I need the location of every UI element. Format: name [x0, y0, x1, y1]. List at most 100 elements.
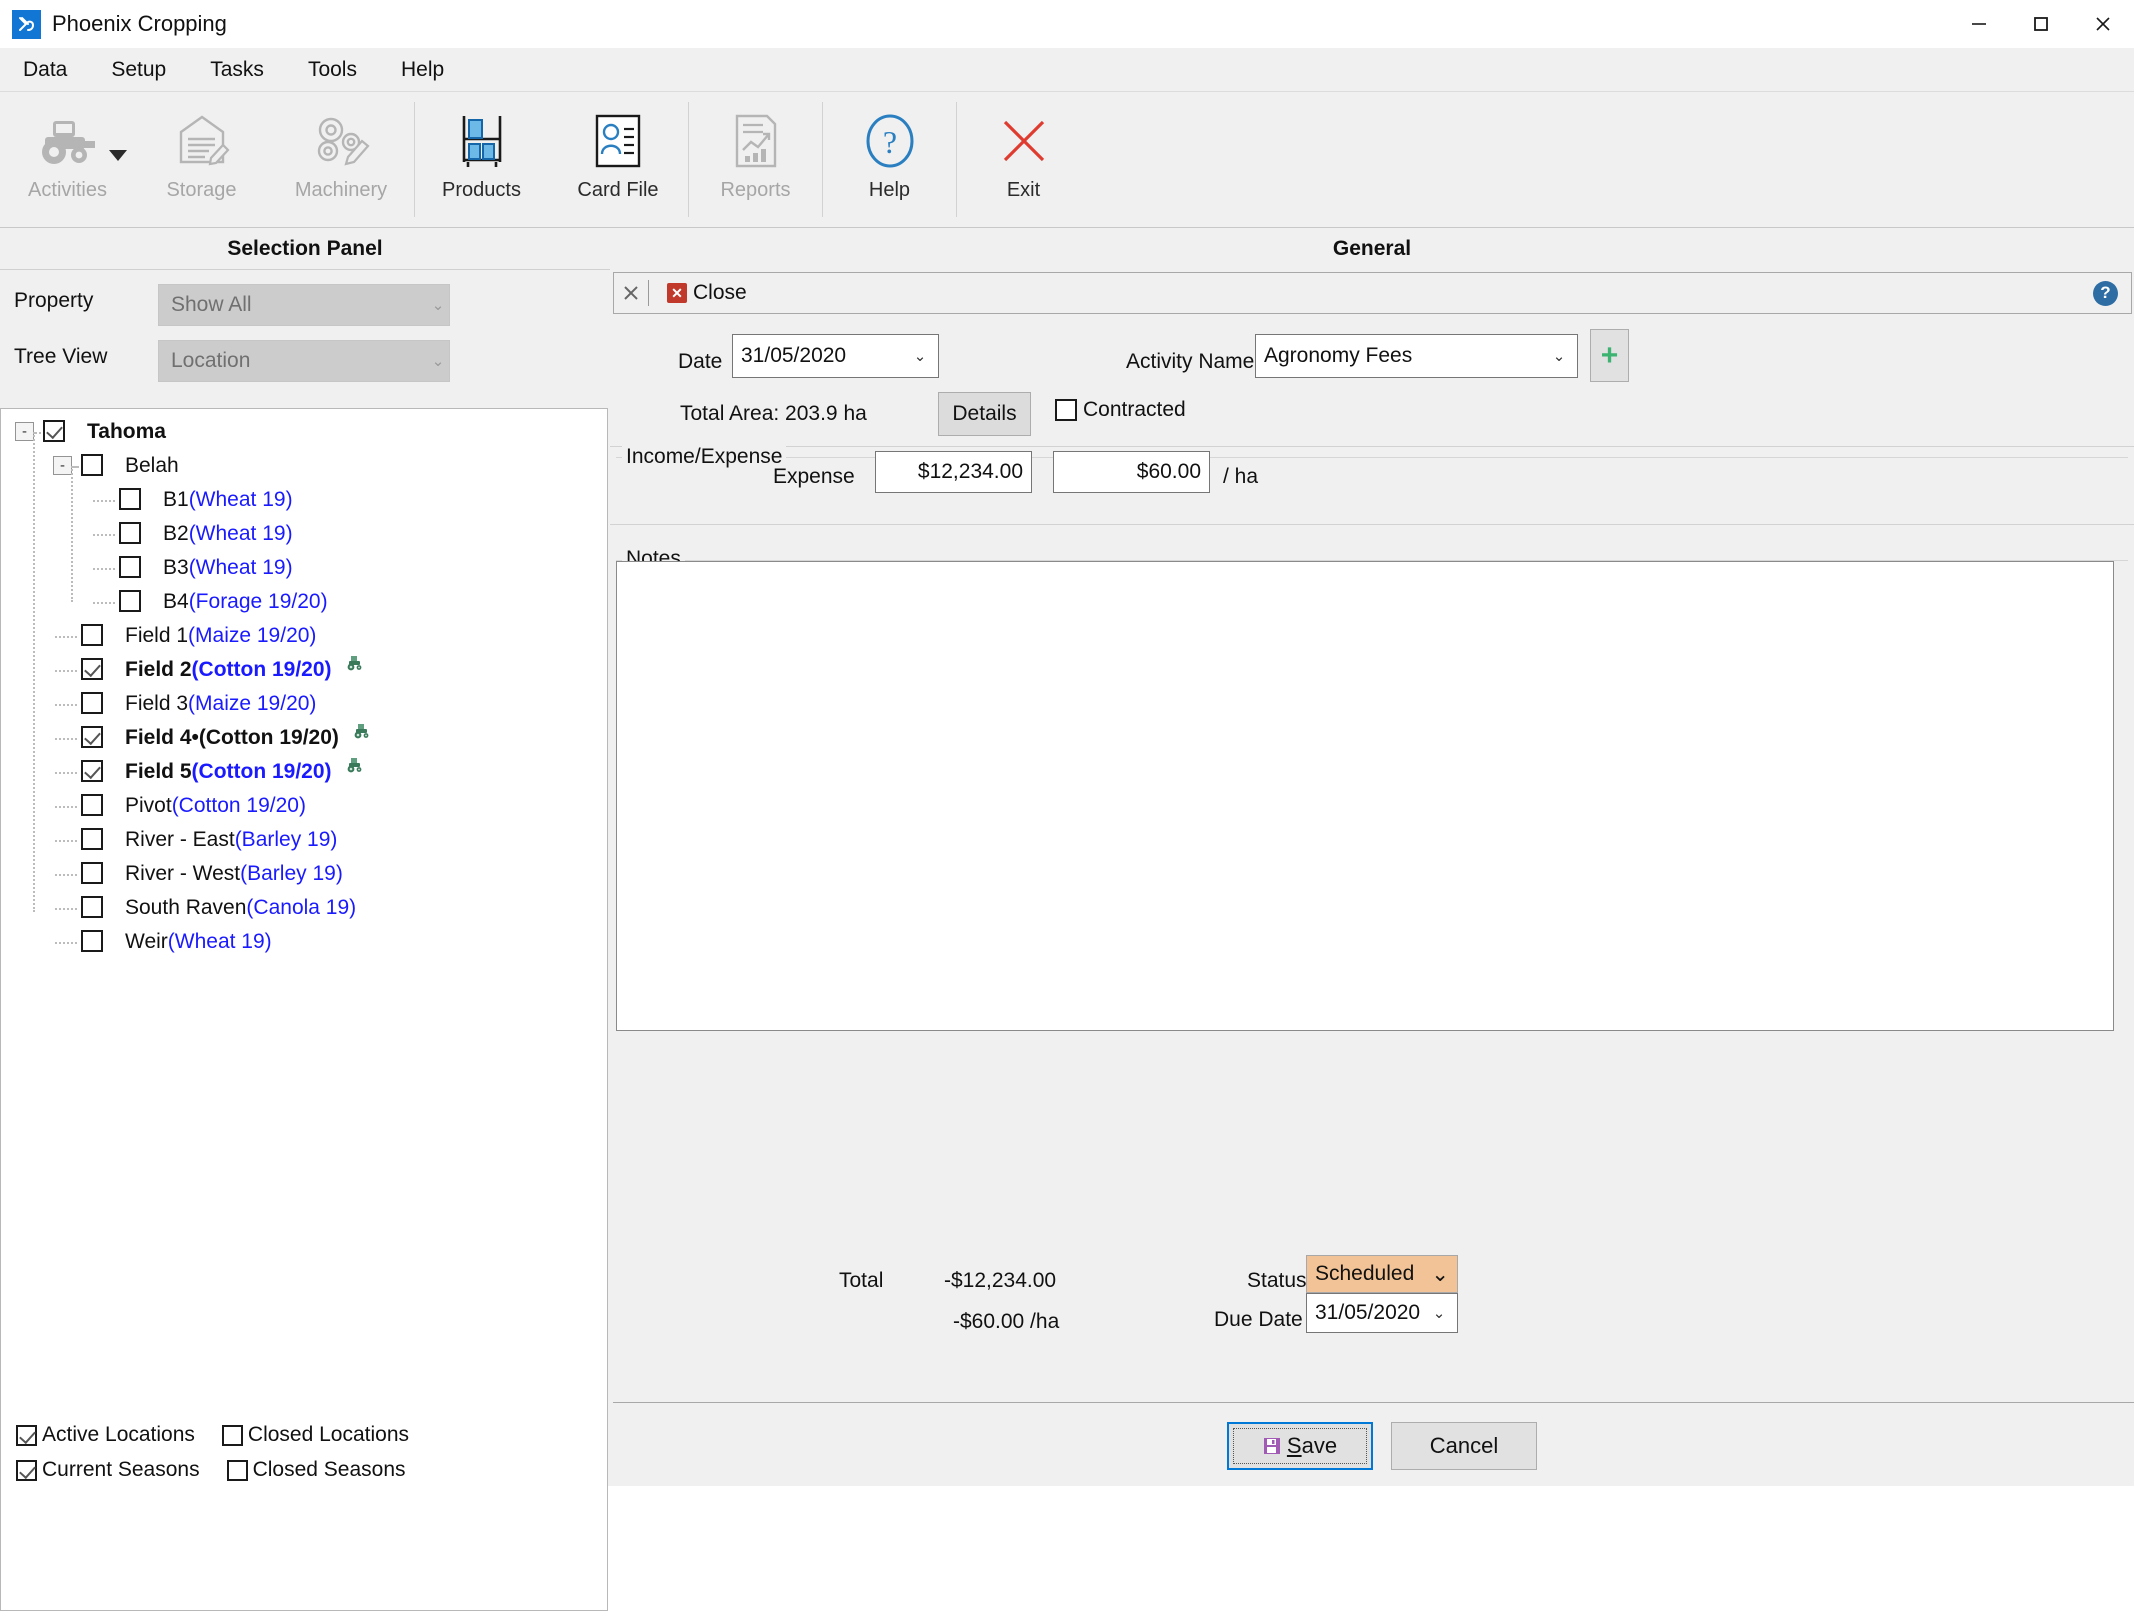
red-close-icon[interactable]: ✕ — [667, 283, 687, 303]
contracted-label: Contracted — [1083, 398, 1186, 421]
tree-item-field-1[interactable]: Field 1(Maize 19/20) — [1, 619, 607, 653]
tree-item-checkbox[interactable] — [81, 726, 103, 748]
toolbar-machinery-button[interactable]: Machinery — [268, 92, 414, 227]
tree-item-name: Field 5 — [125, 760, 192, 783]
tree-item-b1[interactable]: B1(Wheat 19) — [1, 483, 607, 517]
contracted-checkbox-group[interactable]: Contracted — [1055, 398, 1186, 422]
minimize-icon[interactable] — [1948, 0, 2010, 48]
tree-item-checkbox[interactable] — [119, 488, 141, 510]
toolbar-label: Card File — [577, 179, 659, 201]
due-date-input[interactable]: 31/05/2020 ⌄ — [1306, 1293, 1458, 1333]
per-ha-unit-label: / ha — [1223, 465, 1259, 488]
tree-item-crop: (Cotton 19/20) — [191, 760, 332, 783]
expense-total-value: $12,234.00 — [917, 460, 1023, 483]
property-dropdown[interactable]: Show All ⌄ — [158, 284, 450, 326]
tree-item-b3[interactable]: B3(Wheat 19) — [1, 551, 607, 585]
notes-textarea[interactable] — [616, 561, 2114, 1031]
tree-item-checkbox[interactable] — [81, 658, 103, 680]
tree-item-name: Field 1 — [125, 624, 189, 647]
save-button-mnemonic: S — [1286, 1433, 1302, 1458]
selection-footer-filters: Active Locations Closed Locations Curren… — [0, 1411, 610, 1486]
tractor-badge-icon — [346, 755, 364, 779]
tree-item-checkbox[interactable] — [81, 760, 103, 782]
toolbar-activities-button[interactable]: Activities — [0, 92, 135, 227]
tree-item-checkbox[interactable] — [81, 692, 103, 714]
menu-tasks[interactable]: Tasks — [207, 54, 267, 86]
tree-item-field-4[interactable]: Field 4•(Cotton 19/20) — [1, 721, 607, 755]
tree-item-b4[interactable]: B4(Forage 19/20) — [1, 585, 607, 619]
toolbar-products-button[interactable]: Products — [415, 92, 548, 227]
menu-data[interactable]: Data — [20, 54, 70, 86]
tree-item-checkbox[interactable] — [81, 828, 103, 850]
tree-item-weir[interactable]: Weir(Wheat 19) — [1, 925, 607, 959]
tree-item-belah[interactable]: - Belah — [1, 449, 607, 483]
filter-closed-seasons[interactable]: Closed Seasons — [226, 1458, 406, 1482]
toolbar-exit-button[interactable]: Exit — [957, 92, 1090, 227]
tree-item-field-3[interactable]: Field 3(Maize 19/20) — [1, 687, 607, 721]
tree-item-checkbox[interactable] — [43, 420, 65, 442]
checkbox[interactable] — [16, 1459, 37, 1481]
filter-current-seasons[interactable]: Current Seasons — [16, 1458, 200, 1482]
tree-item-crop: (Barley 19) — [240, 862, 343, 885]
toolbar-reports-button[interactable]: Reports — [689, 92, 822, 227]
tree-item-crop: (Maize 19/20) — [188, 692, 317, 715]
tree-item-checkbox[interactable] — [81, 454, 103, 476]
tree-item-checkbox[interactable] — [81, 896, 103, 918]
tree-item-checkbox[interactable] — [81, 862, 103, 884]
save-button[interactable]: Save — [1227, 1422, 1373, 1470]
maximize-icon[interactable] — [2010, 0, 2072, 48]
x-icon[interactable] — [614, 283, 648, 303]
checkbox[interactable] — [16, 1424, 37, 1446]
tree-item-checkbox[interactable] — [81, 624, 103, 646]
tree-connector — [93, 500, 115, 502]
expense-per-ha-input[interactable]: $60.00 — [1053, 451, 1210, 493]
expense-total-input[interactable]: $12,234.00 — [875, 451, 1032, 493]
toolbar-cardfile-button[interactable]: Card File — [548, 92, 688, 227]
tree-item-crop: (Maize 19/20) — [188, 624, 317, 647]
tree-item-b2[interactable]: B2(Wheat 19) — [1, 517, 607, 551]
menu-setup[interactable]: Setup — [108, 54, 169, 86]
checkbox[interactable] — [226, 1459, 248, 1481]
tree-item-pivot[interactable]: Pivot(Cotton 19/20) — [1, 789, 607, 823]
tree-item-checkbox[interactable] — [81, 930, 103, 952]
tree-item-name: B3 — [163, 556, 189, 579]
toolbar-storage-button[interactable]: Storage — [135, 92, 268, 227]
tree-item-field-5[interactable]: Field 5(Cotton 19/20) — [1, 755, 607, 789]
checkbox[interactable] — [1055, 399, 1077, 421]
toolbar-help-button[interactable]: ? Help — [823, 92, 956, 227]
filter-active-locations[interactable]: Active Locations — [16, 1423, 195, 1447]
filter-closed-locations[interactable]: Closed Locations — [221, 1423, 409, 1447]
close-button-label[interactable]: Close — [693, 281, 747, 305]
total-area-label: Total Area: 203.9 ha — [680, 402, 867, 425]
activity-name-dropdown[interactable]: Agronomy Fees ⌄ — [1255, 334, 1578, 378]
tree-item-crop: (Cotton 19/20) — [171, 794, 306, 817]
tree-item-checkbox[interactable] — [119, 590, 141, 612]
cancel-button[interactable]: Cancel — [1391, 1422, 1537, 1470]
tree-expander-icon[interactable]: - — [53, 456, 72, 475]
tree-item-field-2[interactable]: Field 2(Cotton 19/20) — [1, 653, 607, 687]
menu-help[interactable]: Help — [398, 54, 447, 86]
tree-item-checkbox[interactable] — [119, 556, 141, 578]
tree-item-checkbox[interactable] — [81, 794, 103, 816]
close-icon[interactable] — [2072, 0, 2134, 48]
tree-view-dropdown[interactable]: Location ⌄ — [158, 340, 450, 382]
help-circle-icon[interactable]: ? — [2093, 280, 2118, 306]
tree-item-tahoma[interactable]: - Tahoma — [1, 415, 607, 449]
status-dropdown[interactable]: Scheduled ⌄ — [1306, 1255, 1458, 1293]
tree-item-south-raven[interactable]: South Raven(Canola 19) — [1, 891, 607, 925]
date-input[interactable]: 31/05/2020 ⌄ — [732, 334, 939, 378]
checkbox[interactable] — [221, 1424, 243, 1446]
details-button[interactable]: Details — [938, 392, 1031, 436]
tree-item-river-east[interactable]: River - East(Barley 19) — [1, 823, 607, 857]
chevron-down-icon[interactable] — [109, 150, 127, 161]
chevron-down-icon: ⌄ — [913, 348, 927, 365]
close-toolbar: ✕ Close ? — [613, 272, 2132, 314]
menu-tools[interactable]: Tools — [305, 54, 360, 86]
tree-item-checkbox[interactable] — [119, 522, 141, 544]
income-expense-frame — [616, 457, 2128, 458]
total-label: Total — [839, 1269, 884, 1292]
add-activity-button[interactable]: + — [1590, 329, 1629, 382]
tree-connector — [55, 670, 77, 672]
tree-item-river-west[interactable]: River - West(Barley 19) — [1, 857, 607, 891]
tree-expander-icon[interactable]: - — [15, 422, 34, 441]
